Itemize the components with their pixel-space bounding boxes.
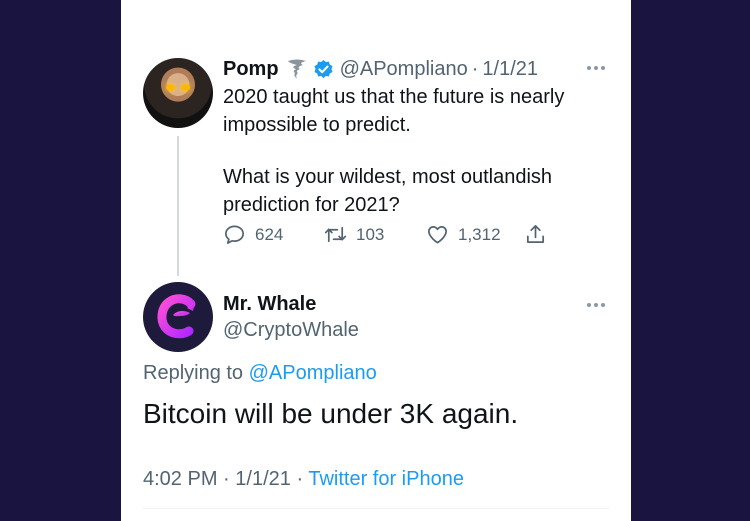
replying-mention-link[interactable]: @APompliano (249, 362, 377, 384)
more-options-icon[interactable] (585, 66, 607, 72)
replying-prefix: Replying to (143, 362, 244, 384)
tweet-date[interactable]: 1/1/21 (235, 468, 291, 490)
tweet-text-paragraph-2: What is your wildest, most outlandish pr… (223, 166, 553, 216)
retweet-button[interactable]: 103 (324, 223, 426, 246)
tweet-source-link[interactable]: Twitter for iPhone (308, 468, 464, 490)
verified-badge-icon (314, 59, 333, 78)
like-button[interactable]: 1,312 (426, 223, 524, 246)
separator-dot: · (471, 58, 479, 80)
reply-icon (225, 225, 244, 244)
reply-button[interactable]: 624 (223, 223, 324, 246)
retweet-count: 103 (356, 224, 385, 244)
thread-connector (177, 136, 179, 276)
divider (143, 508, 609, 509)
tweet-meta: 4:02 PM · 1/1/21 · Twitter for iPhone (143, 467, 464, 491)
like-count: 1,312 (458, 224, 501, 244)
reply-count: 624 (255, 224, 284, 244)
tweet-text: 2020 taught us that the future is nearly… (223, 83, 603, 219)
author-handle[interactable]: @APompliano (340, 57, 468, 81)
tornado-icon (287, 59, 306, 79)
tweet-actions: 624 103 1,312 (223, 223, 547, 246)
tweet-date[interactable]: 1/1/21 (482, 57, 538, 81)
avatar[interactable] (143, 58, 213, 128)
separator-dot: · (223, 468, 230, 490)
retweet-icon (324, 226, 347, 243)
whale-logo-icon (157, 294, 196, 339)
share-icon (526, 225, 545, 244)
author-handle[interactable]: @CryptoWhale (223, 318, 359, 342)
tweet-card: Pomp @APompliano · 1/1/21 2020 taught us… (121, 0, 631, 521)
glowing-eye-left (166, 84, 175, 91)
tweet-text-paragraph-1: 2020 taught us that the future is nearly… (223, 86, 565, 136)
tweet-header: Pomp @APompliano · 1/1/21 (223, 57, 538, 81)
tweet-time[interactable]: 4:02 PM (143, 468, 217, 490)
share-button[interactable] (524, 223, 547, 246)
more-options-icon[interactable] (585, 303, 607, 309)
heart-icon (428, 225, 447, 244)
author-name[interactable]: Pomp (223, 57, 279, 81)
tweet-text: Bitcoin will be under 3K again. (143, 398, 519, 429)
author-name[interactable]: Mr. Whale (223, 292, 316, 316)
avatar[interactable] (143, 282, 213, 352)
glowing-eye-right (181, 84, 190, 91)
separator-dot: · (296, 468, 304, 490)
replying-to: Replying to @APompliano (143, 361, 377, 385)
